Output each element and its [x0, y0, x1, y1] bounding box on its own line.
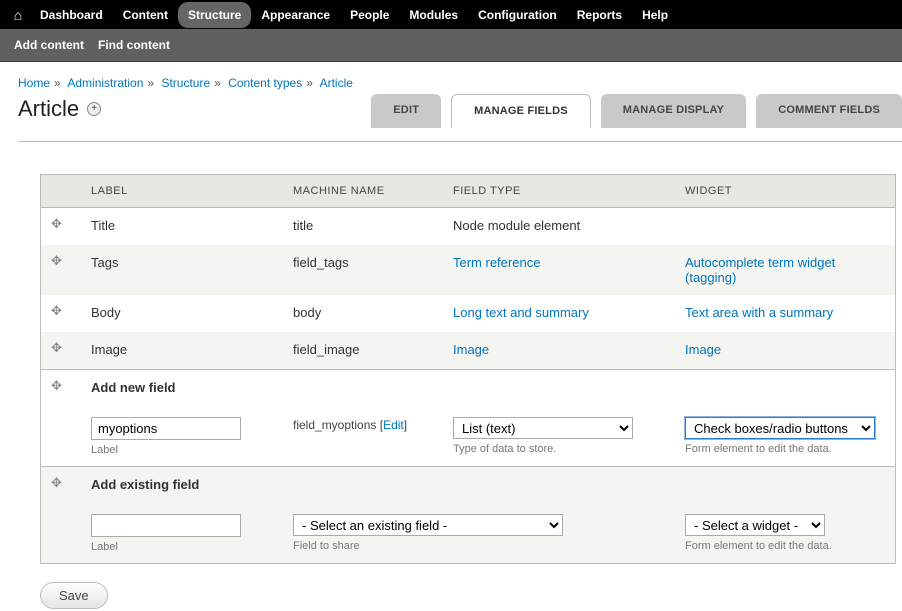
nav-help[interactable]: Help	[632, 2, 678, 28]
fields-table: LABEL MACHINE NAME FIELD TYPE WIDGET Tit…	[40, 174, 896, 564]
drag-handle-icon[interactable]	[51, 218, 65, 232]
add-existing-heading: Add existing field	[81, 467, 896, 505]
row-label: Image	[81, 332, 283, 370]
new-field-widget-help: Form element to edit the data.	[685, 443, 885, 455]
new-field-label-help: Label	[91, 444, 273, 456]
col-label: LABEL	[81, 175, 283, 208]
row-ftype-link[interactable]: Term reference	[453, 255, 540, 270]
nav-structure[interactable]: Structure	[178, 2, 251, 28]
home-icon[interactable]: ⌂	[6, 7, 30, 23]
admin-toolbar: ⌂ Dashboard Content Structure Appearance…	[0, 0, 902, 29]
add-new-field-heading-row: Add new field	[41, 370, 896, 408]
crumb-admin[interactable]: Administration	[67, 76, 143, 90]
plus-icon[interactable]: +	[87, 102, 101, 116]
row-widget-link[interactable]: Image	[685, 342, 721, 357]
existing-field-select[interactable]: - Select an existing field -	[293, 514, 563, 536]
tab-manage-fields[interactable]: MANAGE FIELDS	[451, 94, 591, 128]
machine-edit-link[interactable]: Edit	[383, 418, 404, 432]
row-ftype-link[interactable]: Image	[453, 342, 489, 357]
subnav-add-content[interactable]: Add content	[14, 38, 84, 52]
row-machine: field_image	[283, 332, 443, 370]
new-field-label-input[interactable]	[91, 417, 241, 440]
row-label: Tags	[81, 245, 283, 295]
tab-edit[interactable]: EDIT	[371, 94, 441, 128]
save-button[interactable]: Save	[40, 582, 108, 609]
nav-appearance[interactable]: Appearance	[251, 2, 340, 28]
row-ftype-link[interactable]: Long text and summary	[453, 305, 589, 320]
row-label: Body	[81, 295, 283, 332]
admin-subnav: Add content Find content	[0, 29, 902, 62]
row-widget-link[interactable]: Autocomplete term widget (tagging)	[685, 255, 835, 285]
page-title-text: Article	[18, 96, 79, 122]
row-widget-link[interactable]: Text area with a summary	[685, 305, 833, 320]
crumb-structure[interactable]: Structure	[161, 76, 210, 90]
nav-configuration[interactable]: Configuration	[468, 2, 567, 28]
add-existing-field-heading-row: Add existing field	[41, 467, 896, 505]
nav-reports[interactable]: Reports	[567, 2, 632, 28]
new-field-type-help: Type of data to store.	[453, 443, 665, 455]
row-label: Title	[81, 208, 283, 246]
row-ftype: Node module element	[443, 208, 675, 246]
drag-handle-icon[interactable]	[51, 477, 65, 491]
tab-manage-display[interactable]: MANAGE DISPLAY	[601, 94, 746, 128]
existing-field-label-help: Label	[91, 541, 273, 553]
row-machine: field_tags	[283, 245, 443, 295]
tab-comment-fields[interactable]: COMMENT FIELDS	[756, 94, 902, 128]
new-field-type-select[interactable]: List (text)	[453, 417, 633, 439]
add-new-field-row: Label field_myoptions [Edit] List (text)…	[41, 407, 896, 467]
crumb-content-types[interactable]: Content types	[228, 76, 302, 90]
local-tabs: EDIT MANAGE FIELDS MANAGE DISPLAY COMMEN…	[371, 94, 902, 128]
new-field-widget-select[interactable]: Check boxes/radio buttons	[685, 417, 875, 439]
nav-modules[interactable]: Modules	[399, 2, 468, 28]
row-machine: title	[283, 208, 443, 246]
drag-handle-icon[interactable]	[51, 342, 65, 356]
existing-field-label-input[interactable]	[91, 514, 241, 537]
existing-widget-select[interactable]: - Select a widget -	[685, 514, 825, 536]
col-ftype: FIELD TYPE	[443, 175, 675, 208]
field-row-title: Title title Node module element	[41, 208, 896, 246]
col-widget: WIDGET	[675, 175, 896, 208]
row-machine: body	[283, 295, 443, 332]
page-title: Article +	[18, 96, 101, 122]
crumb-article[interactable]: Article	[320, 76, 353, 90]
drag-handle-icon[interactable]	[51, 255, 65, 269]
drag-handle-icon[interactable]	[51, 305, 65, 319]
field-row-body: Body body Long text and summary Text are…	[41, 295, 896, 332]
new-field-machine: field_myoptions [Edit]	[293, 418, 407, 432]
field-row-image: Image field_image Image Image	[41, 332, 896, 370]
crumb-home[interactable]: Home	[18, 76, 50, 90]
field-row-tags: Tags field_tags Term reference Autocompl…	[41, 245, 896, 295]
drag-handle-icon[interactable]	[51, 380, 65, 394]
col-machine: MACHINE NAME	[283, 175, 443, 208]
nav-content[interactable]: Content	[113, 2, 178, 28]
nav-dashboard[interactable]: Dashboard	[30, 2, 113, 28]
add-new-heading: Add new field	[81, 370, 896, 408]
existing-field-help: Field to share	[293, 540, 665, 552]
nav-people[interactable]: People	[340, 2, 399, 28]
subnav-find-content[interactable]: Find content	[98, 38, 170, 52]
add-existing-field-row: Label - Select an existing field - Field…	[41, 504, 896, 564]
existing-widget-help: Form element to edit the data.	[685, 540, 885, 552]
breadcrumb: Home» Administration» Structure» Content…	[18, 76, 902, 90]
